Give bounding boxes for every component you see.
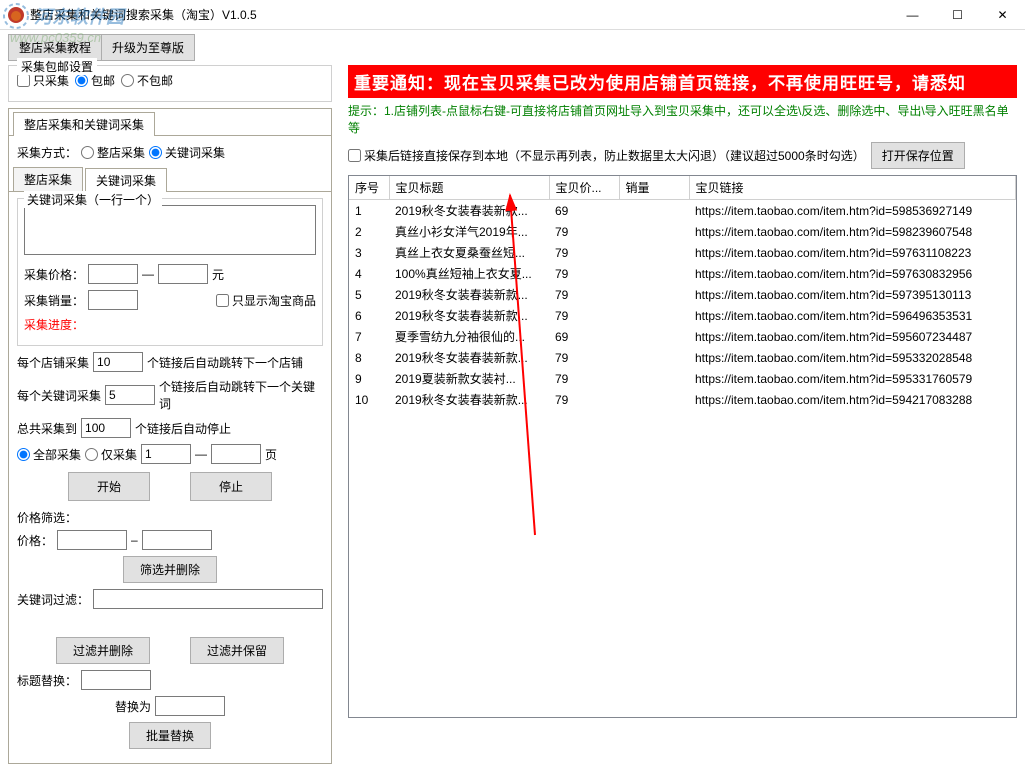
price-filter-from[interactable] — [57, 530, 127, 550]
price-from-input[interactable] — [88, 264, 138, 284]
replace-from-input[interactable] — [81, 670, 151, 690]
inner-tab-keyword[interactable]: 关键词采集 — [85, 168, 167, 192]
mode-keyword-radio[interactable]: 关键词采集 — [149, 144, 225, 161]
replace-to-input[interactable] — [155, 696, 225, 716]
total-input[interactable] — [81, 418, 131, 438]
col-link[interactable]: 宝贝链接 — [689, 176, 1016, 200]
main-tabs: 整店采集和关键词采集 采集方式： 整店采集 关键词采集 整店采集 关键词采集 关… — [8, 108, 332, 764]
collect-only-radio[interactable]: 仅采集 — [85, 446, 137, 463]
window-titlebar: 整店采集和关键词搜索采集（淘宝）V1.0.5 — ☐ ✕ — [0, 0, 1025, 30]
taobao-only-checkbox[interactable]: 只显示淘宝商品 — [216, 292, 316, 309]
keyword-box-title: 关键词采集（一行一个） — [24, 191, 162, 208]
col-index[interactable]: 序号 — [349, 176, 389, 200]
upgrade-button[interactable]: 升级为至尊版 — [101, 34, 195, 61]
notice-green: 提示：1.店铺列表-点鼠标右键-可直接将店铺首页网址导入到宝贝采集中，还可以全选… — [348, 100, 1017, 142]
sales-input[interactable] — [88, 290, 138, 310]
result-table[interactable]: 序号 宝贝标题 宝贝价... 销量 宝贝链接 12019秋冬女装春装新款...6… — [348, 175, 1017, 718]
kw-filter-label: 关键词过滤： — [17, 591, 89, 608]
table-row[interactable]: 12019秋冬女装春装新款...69https://item.taobao.co… — [349, 200, 1016, 222]
table-row[interactable]: 52019秋冬女装春装新款...79https://item.taobao.co… — [349, 284, 1016, 305]
filter-delete-button[interactable]: 过滤并删除 — [56, 637, 150, 664]
per-kw-label: 每个关键词采集 — [17, 387, 101, 404]
shipping-title: 采集包邮设置 — [17, 58, 97, 75]
start-button[interactable]: 开始 — [68, 472, 150, 501]
window-close[interactable]: ✕ — [980, 0, 1025, 30]
per-shop-label: 每个店铺采集 — [17, 354, 89, 371]
table-row[interactable]: 92019夏装新款女装衬...79https://item.taobao.com… — [349, 368, 1016, 389]
keyword-textarea[interactable] — [24, 205, 316, 255]
table-row[interactable]: 4100%真丝短袖上衣女夏...79https://item.taobao.co… — [349, 263, 1016, 284]
table-row[interactable]: 62019秋冬女装春装新款...79https://item.taobao.co… — [349, 305, 1016, 326]
notice-red: 重要通知：现在宝贝采集已改为使用店铺首页链接，不再使用旺旺号，请悉知 — [348, 65, 1017, 98]
col-price[interactable]: 宝贝价... — [549, 176, 619, 200]
stop-button[interactable]: 停止 — [190, 472, 272, 501]
total-label: 总共采集到 — [17, 420, 77, 437]
table-row[interactable]: 2真丝小衫女洋气2019年...79https://item.taobao.co… — [349, 221, 1016, 242]
mode-label: 采集方式： — [17, 144, 77, 161]
sales-label: 采集销量： — [24, 292, 84, 309]
price-filter-label: 价格： — [17, 532, 53, 549]
window-title: 整店采集和关键词搜索采集（淘宝）V1.0.5 — [30, 6, 890, 23]
per-shop-input[interactable] — [93, 352, 143, 372]
price-range-label: 采集价格： — [24, 266, 84, 283]
table-row[interactable]: 3真丝上衣女夏桑蚕丝短...79https://item.taobao.com/… — [349, 242, 1016, 263]
table-row[interactable]: 7夏季雪纺九分袖很仙的...69https://item.taobao.com/… — [349, 326, 1016, 347]
save-local-checkbox[interactable]: 采集后链接直接保存到本地（不显示再列表，防止数据里太大闪退）（建议超过5000条… — [348, 147, 865, 164]
batch-replace-button[interactable]: 批量替换 — [129, 722, 211, 749]
window-minimize[interactable]: — — [890, 0, 935, 30]
table-row[interactable]: 102019秋冬女装春装新款...79https://item.taobao.c… — [349, 389, 1016, 410]
per-kw-input[interactable] — [105, 385, 155, 405]
app-icon — [8, 7, 24, 23]
tab-collection[interactable]: 整店采集和关键词采集 — [13, 112, 155, 136]
range-to-input[interactable] — [211, 444, 261, 464]
kw-filter-input[interactable] — [93, 589, 323, 609]
col-sales[interactable]: 销量 — [619, 176, 689, 200]
price-to-input[interactable] — [158, 264, 208, 284]
price-filter-to[interactable] — [142, 530, 212, 550]
inner-tab-whole[interactable]: 整店采集 — [13, 167, 83, 191]
window-maximize[interactable]: ☐ — [935, 0, 980, 30]
title-replace-label: 标题替换： — [17, 672, 77, 689]
price-filter-delete-button[interactable]: 筛选并删除 — [123, 556, 217, 583]
table-row[interactable]: 82019秋冬女装春装新款...79https://item.taobao.co… — [349, 347, 1016, 368]
shipping-fieldset: 采集包邮设置 只采集 包邮 不包邮 — [8, 65, 332, 102]
filter-keep-button[interactable]: 过滤并保留 — [190, 637, 284, 664]
tutorial-button[interactable]: 整店采集教程 — [8, 34, 102, 61]
not-free-shipping-radio[interactable]: 不包邮 — [121, 72, 173, 89]
range-from-input[interactable] — [141, 444, 191, 464]
keyword-input-box: 关键词采集（一行一个） 采集价格： — 元 采集销量： 只显示淘宝商品 — [17, 198, 323, 346]
progress-label: 采集进度： — [24, 316, 316, 333]
col-title[interactable]: 宝贝标题 — [389, 176, 549, 200]
open-save-location-button[interactable]: 打开保存位置 — [871, 142, 965, 169]
price-filter-title: 价格筛选： — [17, 509, 323, 526]
collect-all-radio[interactable]: 全部采集 — [17, 446, 81, 463]
mode-whole-radio[interactable]: 整店采集 — [81, 144, 145, 161]
